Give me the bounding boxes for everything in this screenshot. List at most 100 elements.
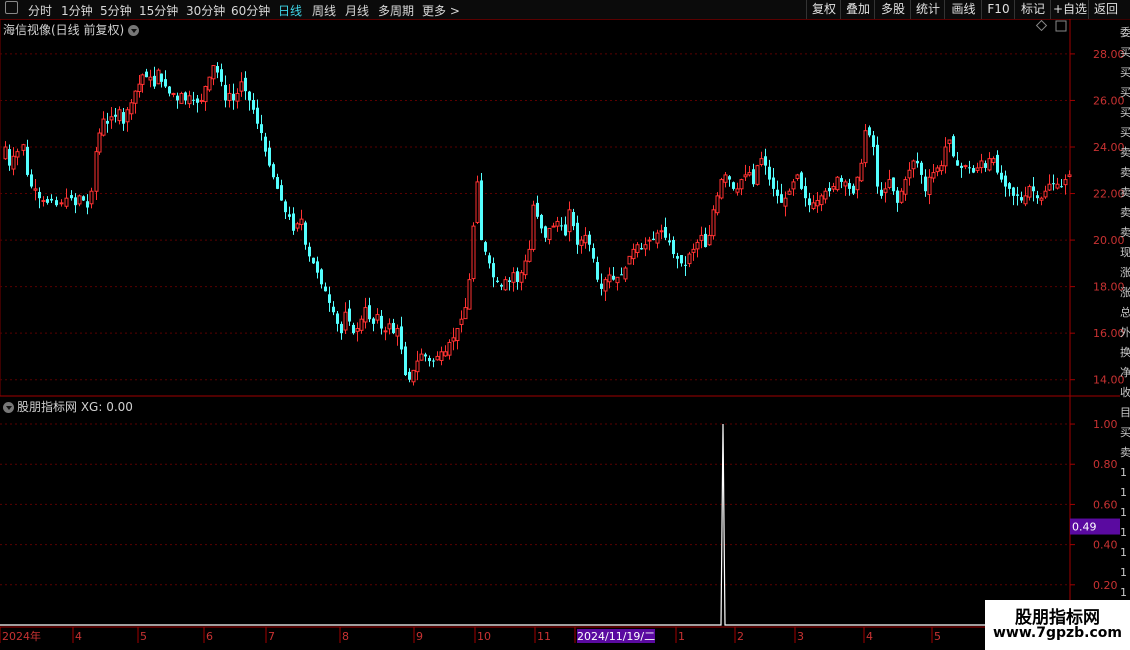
candle-body [728,176,731,180]
side-panel-glyph: 买 [1120,126,1130,139]
candle-body [819,195,824,206]
candle-body [707,234,712,246]
candle-body [192,99,195,101]
indicator-menu-icon[interactable] [3,402,14,413]
period-tab-2[interactable]: 5分钟 [100,2,132,19]
candle-body [555,220,560,227]
candle-body [196,98,199,103]
candle-body [876,144,879,187]
date-axis-label: 1 [678,630,685,643]
toolbar-action-7[interactable]: +自选 [1050,0,1089,19]
candle-body [160,73,163,82]
candle-body [336,313,339,324]
toolbar-action-6[interactable]: 标记 [1014,0,1051,19]
candle-body [503,279,508,291]
candle-body [531,204,536,250]
period-tab-10[interactable]: 更多 > [422,2,460,19]
candle-body [276,177,279,189]
toolbar-action-4[interactable]: 画线 [944,0,982,19]
candle-body [903,179,908,195]
candle-body [899,190,904,203]
date-axis-label: 2024/11/19/二 [577,630,655,643]
candle-body [292,213,295,231]
candle-body [411,369,416,383]
candle-body [199,99,204,102]
candle-body [840,178,843,182]
side-panel-glyph: 涨 [1120,266,1130,279]
candle-body [86,201,89,208]
candle-body [607,274,612,283]
watermark-line2: www.7gpzb.com [992,625,1122,641]
candle-body [791,181,796,190]
period-tab-1[interactable]: 1分钟 [61,2,93,19]
candle-body [101,118,106,136]
candle-body [1067,174,1072,177]
candle-body [795,174,800,179]
toolbar-action-0[interactable]: 复权 [806,0,841,19]
date-axis-label: 9 [416,630,423,643]
period-tab-0[interactable]: 分时 [28,2,52,19]
candle-body [224,84,227,101]
candle-body [1016,194,1019,196]
candle-body [852,185,855,194]
candle-body [680,255,683,264]
candle-body [348,308,351,322]
candle-body [295,223,300,229]
candle-body [623,267,628,280]
period-tab-4[interactable]: 30分钟 [186,2,225,19]
candle-body [145,71,148,78]
toolbar-action-2[interactable]: 多股 [874,0,911,19]
period-tab-7[interactable]: 周线 [312,2,336,19]
candle-body [592,248,595,259]
candle-body [363,307,368,323]
candle-body [927,176,932,195]
candle-body [15,151,20,158]
candle-body [129,102,134,115]
toolbar-action-5[interactable]: F10 [981,0,1015,19]
candle-body [122,112,125,124]
candle-body [787,190,792,195]
candle-body [576,222,579,245]
toolbar-action-8[interactable]: 返回 [1088,0,1123,19]
date-axis-label: 4 [75,630,82,643]
candle-body [11,155,16,170]
candle-body [527,248,532,262]
candle-body [1032,186,1035,192]
period-tab-3[interactable]: 15分钟 [139,2,178,19]
period-tab-9[interactable]: 多周期 [378,2,414,19]
indicator-axis-label: 1.00 [1093,418,1118,431]
settings-icon[interactable] [5,1,18,14]
candle-body [428,357,431,362]
candle-body [691,248,696,253]
candle-body [1020,197,1023,201]
candle-body [288,214,291,217]
period-tab-6[interactable]: 日线 [278,2,302,19]
candle-body [800,172,803,189]
candle-body [496,280,499,282]
toolbar-action-3[interactable]: 统计 [910,0,945,19]
candle-body [647,239,652,242]
candle-body [920,162,923,175]
side-panel-glyph: 1 [1120,486,1127,499]
candle-body [114,114,117,117]
price-panel-title: 海信视像(日线 前复权) [3,21,140,38]
panel-menu-icon[interactable] [128,25,140,36]
candle-body [835,176,840,191]
toolbar-action-1[interactable]: 叠加 [840,0,875,19]
candle-body [732,182,735,189]
candle-body [471,225,476,280]
period-tab-5[interactable]: 60分钟 [231,2,270,19]
candle-body [164,79,167,87]
candle-body [1060,186,1063,188]
date-axis-label: 2024年 [2,629,41,643]
candle-body [308,246,311,257]
candle-body [133,90,138,104]
candle-body [179,92,184,104]
candle-body [392,322,395,334]
candle-body [33,188,38,191]
candle-body [97,132,102,153]
candle-body [947,139,952,144]
candle-body [739,179,744,190]
period-tab-8[interactable]: 月线 [345,2,369,19]
date-axis-label: 2 [737,630,744,643]
